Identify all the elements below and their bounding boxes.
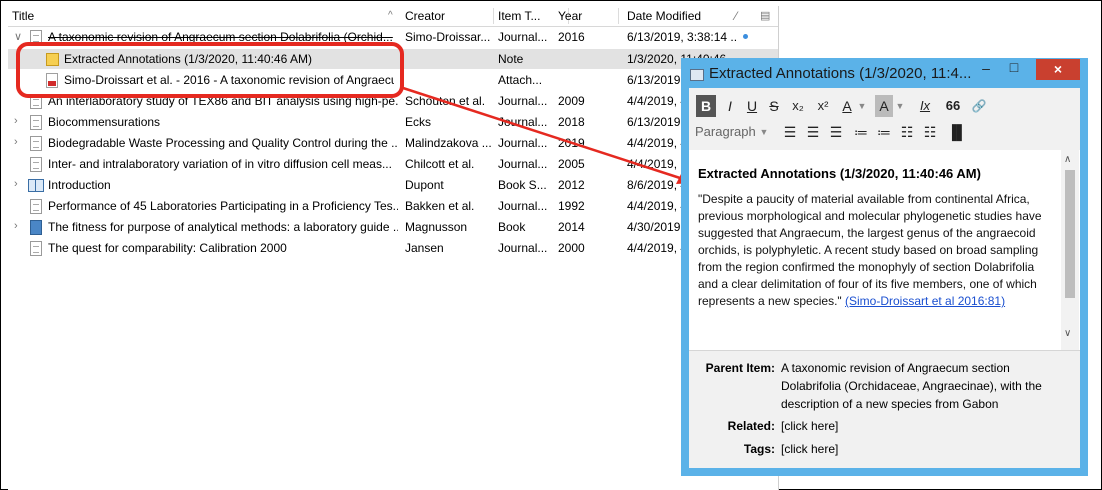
- align-left-icon[interactable]: ☰: [781, 121, 799, 143]
- strikethrough-button[interactable]: S: [766, 95, 782, 117]
- tags-label: Tags:: [743, 442, 775, 456]
- clear-formatting-button[interactable]: Ix: [915, 95, 935, 117]
- bold-button[interactable]: B: [696, 95, 716, 117]
- note-window-content: B I U S x₂ x² A ▼ A ▼ Ix 66 🔗 Paragraph …: [689, 88, 1080, 468]
- numbered-list-icon[interactable]: ≔: [875, 121, 893, 143]
- chevron-down-icon[interactable]: ▼: [759, 124, 769, 140]
- note-window-title: Extracted Annotations (1/3/2020, 11:4...: [709, 65, 972, 82]
- note-editor[interactable]: Extracted Annotations (1/3/2020, 11:40:4…: [689, 150, 1080, 351]
- outdent-icon[interactable]: ☷: [898, 121, 916, 143]
- scroll-down-icon[interactable]: ∨: [1064, 328, 1071, 339]
- bullet-list-icon[interactable]: ≔: [852, 121, 870, 143]
- superscript-button[interactable]: x²: [813, 95, 833, 117]
- related-link[interactable]: [click here]: [781, 417, 838, 435]
- tags-link[interactable]: [click here]: [781, 440, 838, 458]
- underline-button[interactable]: U: [744, 95, 760, 117]
- editor-scrollbar[interactable]: ∧ ∨: [1061, 150, 1079, 350]
- note-metadata: Parent Item: A taxonomic revision of Ang…: [689, 351, 1080, 468]
- find-replace-icon[interactable]: ▐▌: [947, 121, 967, 143]
- italic-button[interactable]: I: [722, 95, 738, 117]
- editor-toolbar: B I U S x₂ x² A ▼ A ▼ Ix 66 🔗 Paragraph …: [689, 88, 1080, 151]
- scrollbar-thumb[interactable]: [1065, 170, 1075, 298]
- maximize-button[interactable]: □: [1003, 59, 1025, 80]
- minimize-button[interactable]: –: [975, 60, 997, 81]
- indent-icon[interactable]: ☷: [921, 121, 939, 143]
- parent-item-label: Parent Item:: [705, 361, 775, 375]
- align-right-icon[interactable]: ☰: [827, 121, 845, 143]
- citation-link[interactable]: (Simo-Droissart et al 2016:81): [845, 294, 1005, 308]
- chevron-down-icon[interactable]: ▼: [895, 95, 905, 117]
- note-window[interactable]: Extracted Annotations (1/3/2020, 11:4...…: [681, 58, 1088, 476]
- parent-item-value[interactable]: A taxonomic revision of Angraecum sectio…: [781, 359, 1051, 413]
- subscript-button[interactable]: x₂: [788, 95, 808, 117]
- related-label: Related:: [727, 419, 775, 433]
- blockquote-button[interactable]: 66: [943, 95, 963, 117]
- chevron-down-icon[interactable]: ▼: [857, 95, 867, 117]
- note-body: "Despite a paucity of material available…: [698, 191, 1053, 337]
- note-window-titlebar[interactable]: Extracted Annotations (1/3/2020, 11:4...…: [681, 58, 1088, 88]
- highlight-color-button[interactable]: A: [875, 95, 893, 117]
- note-heading: Extracted Annotations (1/3/2020, 11:40:4…: [698, 166, 981, 181]
- link-button[interactable]: 🔗: [969, 95, 989, 117]
- text-color-button[interactable]: A: [839, 95, 855, 117]
- note-quote-text: "Despite a paucity of material available…: [698, 192, 1042, 308]
- paragraph-format-dropdown[interactable]: Paragraph: [695, 124, 756, 139]
- close-button[interactable]: ×: [1036, 59, 1080, 80]
- align-center-icon[interactable]: ☰: [804, 121, 822, 143]
- scroll-up-icon[interactable]: ∧: [1064, 154, 1071, 165]
- app-window-icon: [690, 69, 704, 81]
